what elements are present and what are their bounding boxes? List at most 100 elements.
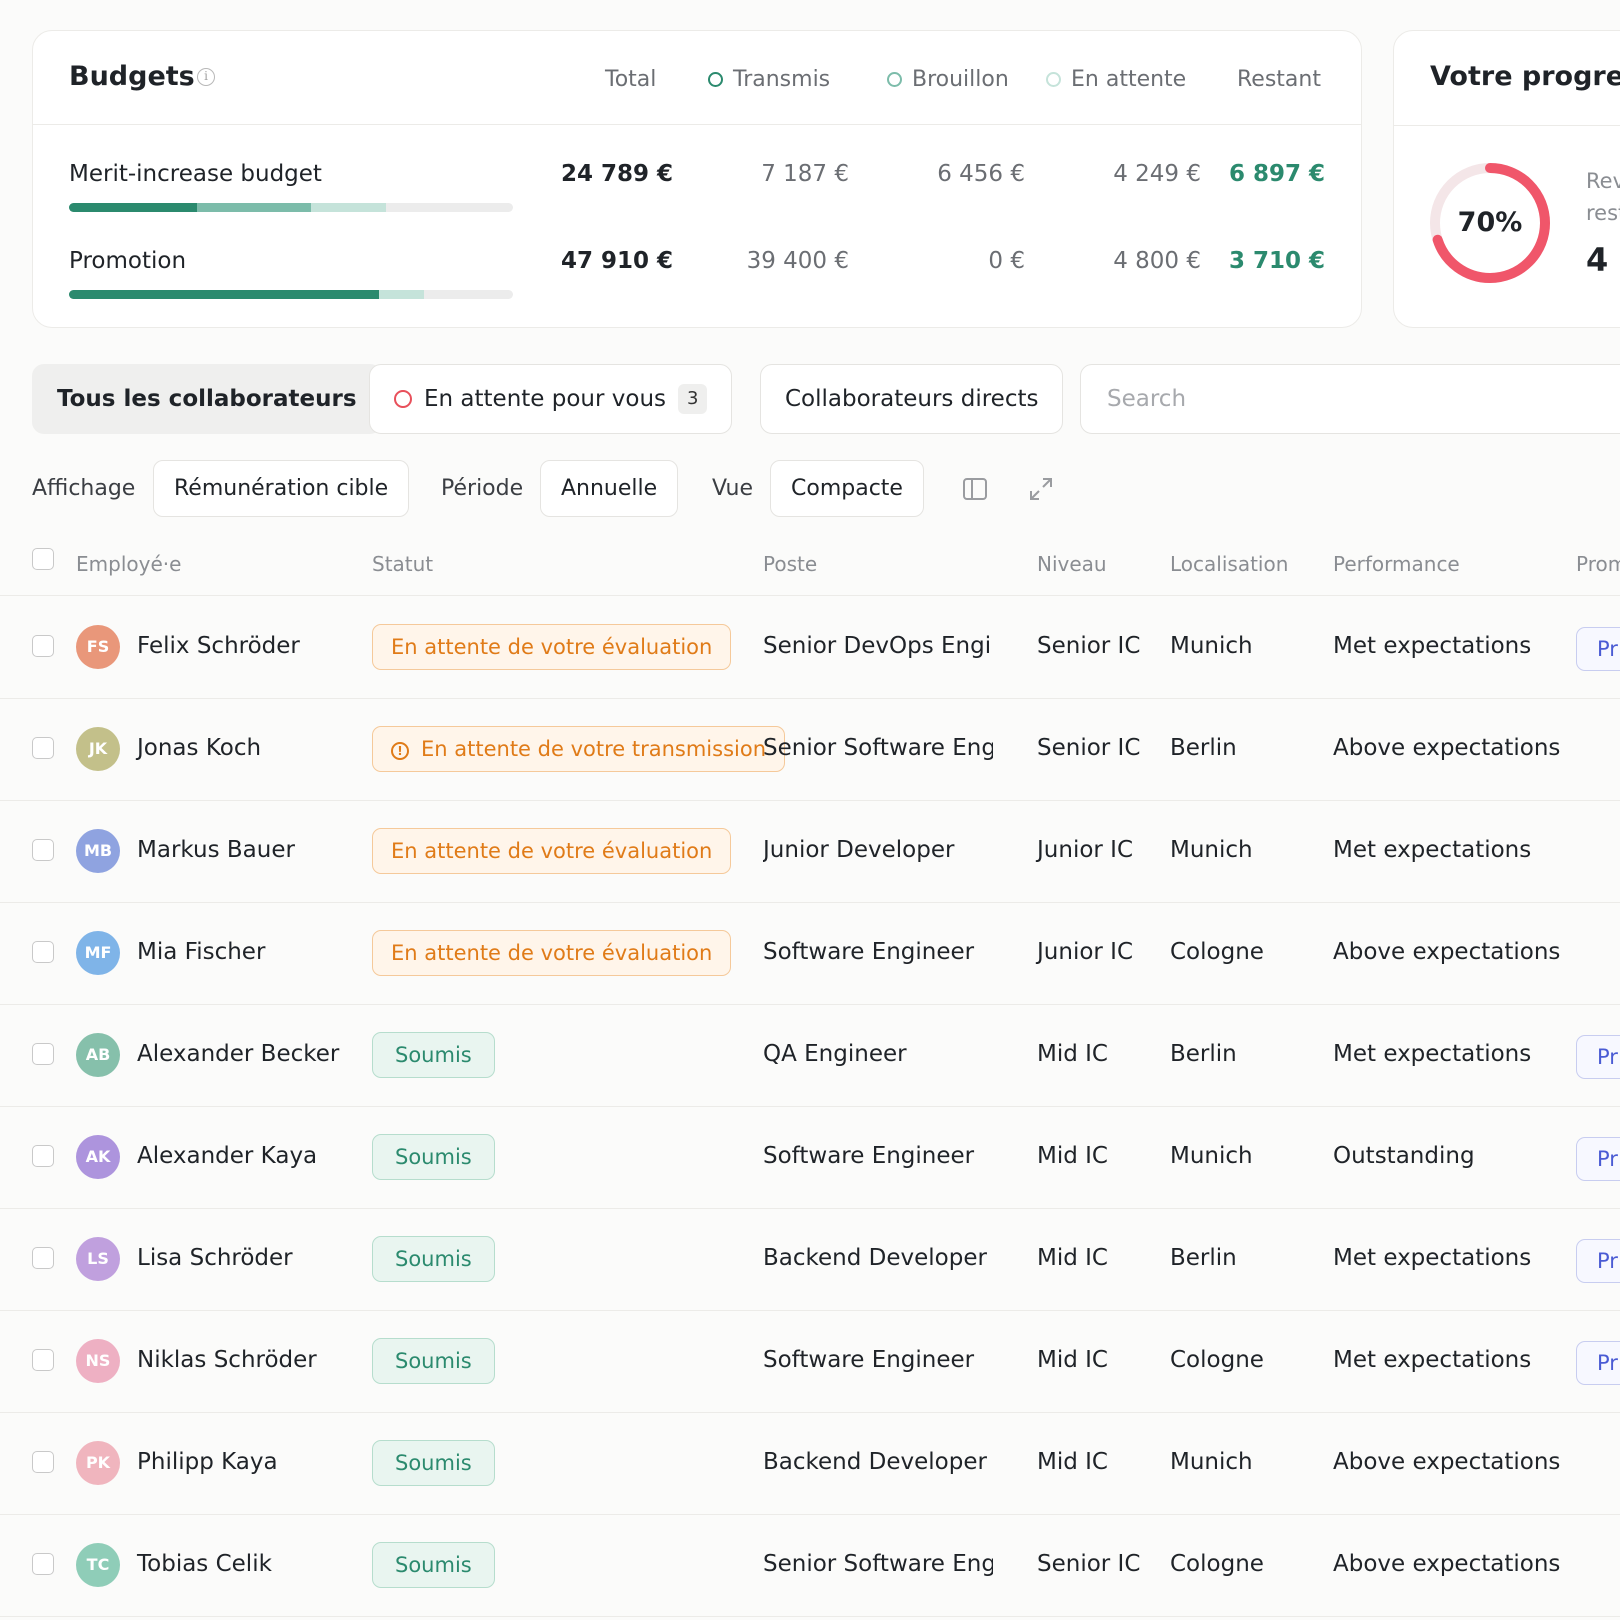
poste-cell: Software Engineer — [763, 939, 975, 965]
th-employee[interactable]: Employé·e — [76, 552, 181, 576]
employee-name[interactable]: Tobias Celik — [137, 1551, 272, 1577]
niveau-cell: Junior IC — [1037, 837, 1134, 863]
poste-cell: Software Engineer — [763, 1143, 975, 1169]
vue-label: Vue — [712, 476, 754, 501]
th-poste[interactable]: Poste — [763, 552, 817, 576]
table-header: Employé·e Statut Poste Niveau Localisati… — [0, 540, 1620, 596]
tab-pending-for-you[interactable]: En attente pour vous 3 — [369, 364, 733, 434]
th-localisation[interactable]: Localisation — [1170, 552, 1288, 576]
localisation-cell: Munich — [1170, 837, 1253, 863]
progress-side-text: rest — [1586, 201, 1620, 225]
th-niveau[interactable]: Niveau — [1037, 552, 1107, 576]
info-icon[interactable]: i — [197, 68, 215, 86]
table-row[interactable]: NS Niklas Schröder Soumis Software Engineer… — [0, 1311, 1620, 1413]
select-all-checkbox[interactable] — [32, 548, 54, 570]
status-badge: ! En attente de votre transmission — [372, 726, 786, 772]
promotion-button[interactable]: Pr — [1576, 1239, 1620, 1283]
divider — [1394, 125, 1620, 126]
brouillon-legend-icon — [887, 72, 902, 87]
performance-cell: Above expectations — [1333, 939, 1561, 965]
budget-total: 47 910 € — [560, 248, 673, 274]
budget-en-attente: 4 800 € — [1113, 248, 1201, 274]
employee-name[interactable]: Philipp Kaya — [137, 1449, 278, 1475]
row-checkbox[interactable] — [32, 839, 54, 861]
col-en-attente: En attente — [1046, 67, 1186, 92]
localisation-cell: Berlin — [1170, 1041, 1237, 1067]
budgets-header: Budgets i Total Transmis Brouillon En at… — [33, 31, 1361, 125]
columns-icon[interactable] — [962, 476, 988, 502]
bar-transmis — [69, 203, 197, 212]
th-performance[interactable]: Performance — [1333, 552, 1460, 576]
employee-name[interactable]: Jonas Koch — [137, 735, 261, 761]
table-row[interactable]: LS Lisa Schröder Soumis Backend Developer Mi… — [0, 1209, 1620, 1311]
employee-name[interactable]: Niklas Schröder — [137, 1347, 317, 1373]
employee-name[interactable]: Lisa Schröder — [137, 1245, 293, 1271]
poste-cell: Senior DevOps Engin — [763, 633, 993, 659]
row-checkbox[interactable] — [32, 1247, 54, 1269]
poste-cell: Senior Software Engi — [763, 735, 993, 761]
budget-label: Merit-increase budget — [69, 161, 322, 187]
en-attente-legend-icon — [1046, 72, 1061, 87]
poste-cell: Senior Software Engi — [763, 1551, 993, 1577]
table-row[interactable]: AB Alexander Becker Soumis QA Engineer Mid I… — [0, 1005, 1620, 1107]
expand-icon[interactable] — [1028, 476, 1054, 502]
affichage-select[interactable]: Rémunération cible — [153, 460, 410, 517]
row-checkbox[interactable] — [32, 941, 54, 963]
employee-name[interactable]: Mia Fischer — [137, 939, 265, 965]
table-row[interactable]: FS Felix Schröder En attente de votre éval… — [0, 597, 1620, 699]
search-box[interactable] — [1080, 364, 1620, 434]
localisation-cell: Berlin — [1170, 735, 1237, 761]
poste-cell: Backend Developer — [763, 1449, 987, 1475]
employee-name[interactable]: Alexander Kaya — [137, 1143, 317, 1169]
alert-icon: ! — [391, 742, 409, 760]
col-brouillon: Brouillon — [887, 67, 1009, 92]
promotion-button[interactable]: Pr — [1576, 627, 1620, 671]
table-row[interactable]: PK Philipp Kaya Soumis Backend Developer Mid… — [0, 1413, 1620, 1515]
status-text: En attente de votre transmission — [421, 737, 767, 761]
budget-en-attente: 4 249 € — [1113, 161, 1201, 187]
avatar: PK — [76, 1441, 120, 1485]
vue-select[interactable]: Compacte — [770, 460, 924, 517]
row-checkbox[interactable] — [32, 1451, 54, 1473]
employee-name[interactable]: Alexander Becker — [137, 1041, 339, 1067]
table-row[interactable]: TC Tobias Celik Soumis Senior Software Engi… — [0, 1515, 1620, 1617]
avatar: FS — [76, 625, 120, 669]
status-badge: En attente de votre évaluation — [372, 828, 732, 874]
row-checkbox[interactable] — [32, 1043, 54, 1065]
bar-brouillon — [197, 203, 311, 212]
avatar: AK — [76, 1135, 120, 1179]
promotion-button[interactable]: Pr — [1576, 1035, 1620, 1079]
niveau-cell: Mid IC — [1037, 1449, 1108, 1475]
table-row[interactable]: AK Alexander Kaya Soumis Software Engineer M… — [0, 1107, 1620, 1209]
promotion-button[interactable]: Pr — [1576, 1137, 1620, 1181]
performance-cell: Met expectations — [1333, 1245, 1532, 1271]
row-checkbox[interactable] — [32, 1349, 54, 1371]
tab-direct-reports[interactable]: Collaborateurs directs — [760, 364, 1064, 434]
niveau-cell: Mid IC — [1037, 1143, 1108, 1169]
niveau-cell: Senior IC — [1037, 735, 1141, 761]
employee-name[interactable]: Markus Bauer — [137, 837, 295, 863]
budget-transmis: 7 187 € — [761, 161, 849, 187]
periode-label: Période — [441, 476, 524, 501]
th-status[interactable]: Statut — [372, 552, 433, 576]
status-badge: Soumis — [372, 1440, 495, 1486]
tab-all-collaborators[interactable]: Tous les collaborateurs — [32, 364, 382, 434]
table-row[interactable]: MF Mia Fischer En attente de votre évaluat… — [0, 903, 1620, 1005]
budget-progress-bar — [69, 290, 513, 299]
table-row[interactable]: JK Jonas Koch! En attente de votre transmi… — [0, 699, 1620, 801]
promotion-button[interactable]: Pr — [1576, 1341, 1620, 1385]
avatar: MF — [76, 931, 120, 975]
row-checkbox[interactable] — [32, 737, 54, 759]
th-promotion[interactable]: Prom — [1576, 552, 1620, 576]
row-checkbox[interactable] — [32, 635, 54, 657]
poste-cell: Backend Developer — [763, 1245, 987, 1271]
row-checkbox[interactable] — [32, 1553, 54, 1575]
budget-restant: 3 710 € — [1228, 248, 1325, 274]
status-text: Soumis — [395, 1043, 472, 1067]
search-input[interactable] — [1107, 386, 1620, 412]
employee-name[interactable]: Felix Schröder — [137, 633, 300, 659]
table-row[interactable]: MB Markus Bauer En attente de votre évalua… — [0, 801, 1620, 903]
periode-select[interactable]: Annuelle — [540, 460, 679, 517]
row-checkbox[interactable] — [32, 1145, 54, 1167]
budget-progress-bar — [69, 203, 513, 212]
